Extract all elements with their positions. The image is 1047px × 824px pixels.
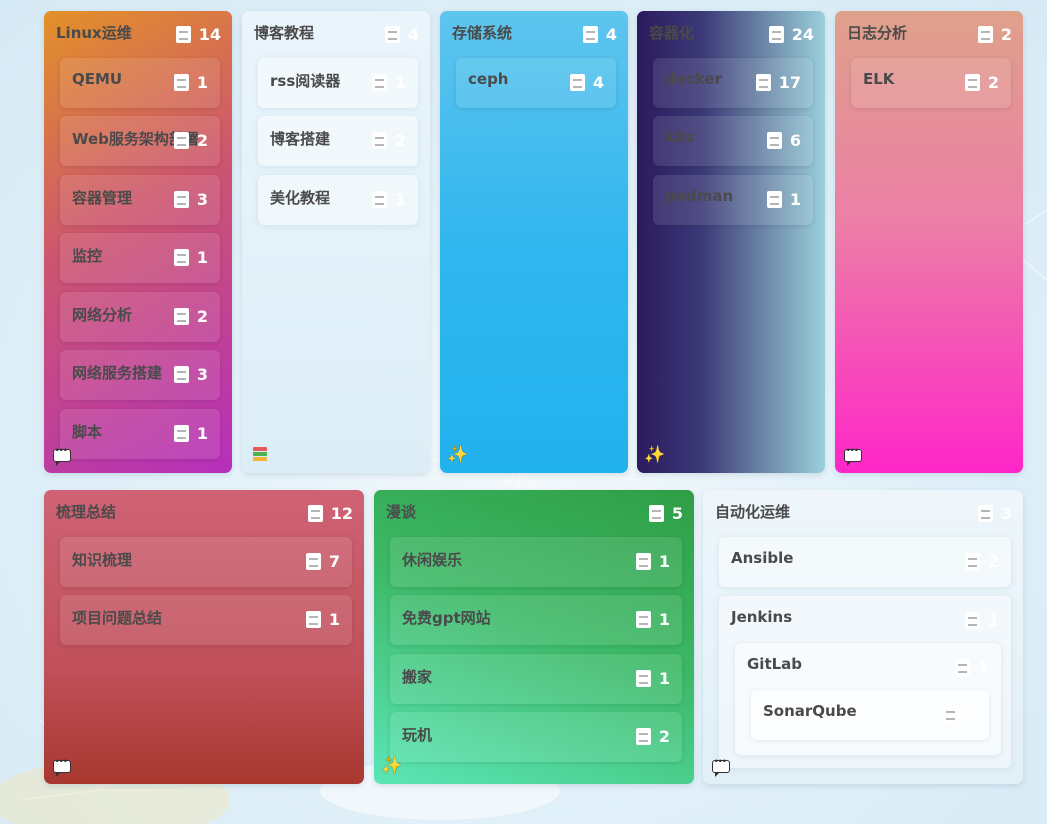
- book-icon: [569, 74, 585, 91]
- list-item[interactable]: docker 17: [653, 58, 813, 108]
- book-icon: [307, 505, 323, 522]
- list-item[interactable]: 网络分析 2: [60, 292, 220, 342]
- list-item[interactable]: 美化教程 1: [258, 175, 418, 225]
- list-item-ansible[interactable]: Ansible 2: [719, 537, 1011, 587]
- book-icon: [964, 74, 980, 91]
- book-icon: [977, 505, 993, 522]
- card-count: 3: [977, 504, 1012, 523]
- book-icon: [635, 611, 651, 628]
- book-icon: [755, 74, 771, 91]
- category-card-talk[interactable]: 漫谈 5 休闲娱乐 1 免费gpt网站 1 搬家 1 玩机 2 ✨: [374, 490, 694, 784]
- sparkles-icon: ✨: [447, 444, 469, 465]
- card-title[interactable]: Linux运维: [56, 22, 132, 43]
- chat-bubble-icon: [712, 755, 730, 777]
- sparkles-icon: ✨: [381, 755, 403, 776]
- books-icon: [251, 447, 269, 463]
- book-icon: [977, 26, 993, 43]
- list-item[interactable]: ceph 4: [456, 58, 616, 108]
- category-card-storage[interactable]: 存储系统 4 ceph 4 ✨: [440, 11, 628, 473]
- book-icon: [173, 191, 189, 208]
- list-item[interactable]: 项目问题总结 1: [60, 595, 352, 645]
- list-item[interactable]: 知识梳理 7: [60, 537, 352, 587]
- book-icon: [766, 191, 782, 208]
- book-icon: [942, 706, 958, 723]
- book-icon: [305, 611, 321, 628]
- card-title[interactable]: 日志分析: [847, 22, 907, 43]
- list-item[interactable]: rss阅读器 1: [258, 58, 418, 108]
- book-icon: [635, 553, 651, 570]
- book-icon: [371, 74, 387, 91]
- book-icon: [384, 26, 400, 43]
- book-icon: [954, 659, 970, 676]
- category-card-container[interactable]: 容器化 24 docker 17 k8s 6 podman 1 ✨: [637, 11, 825, 473]
- card-count: 2: [977, 25, 1012, 44]
- list-item[interactable]: 网络服务搭建 3: [60, 350, 220, 400]
- list-item[interactable]: k8s 6: [653, 116, 813, 166]
- list-item[interactable]: Web服务架构部署 2: [60, 116, 220, 166]
- book-icon: [173, 74, 189, 91]
- category-card-logs[interactable]: 日志分析 2 ELK 2: [835, 11, 1023, 473]
- list-item-jenkins[interactable]: Jenkins 1 GitLab 1 SonarQube 1: [719, 596, 1011, 768]
- book-icon: [648, 505, 664, 522]
- book-icon: [371, 191, 387, 208]
- card-count: 5: [648, 504, 683, 523]
- list-item[interactable]: 玩机 2: [390, 712, 682, 762]
- list-item[interactable]: 博客搭建 2: [258, 116, 418, 166]
- card-title[interactable]: 漫谈: [386, 501, 416, 522]
- list-item[interactable]: QEMU 1: [60, 58, 220, 108]
- card-title[interactable]: 博客教程: [254, 22, 314, 43]
- card-count: 4: [582, 25, 617, 44]
- card-count: 4: [384, 25, 419, 44]
- card-count: 24: [768, 25, 814, 44]
- list-item-gitlab[interactable]: GitLab 1 SonarQube 1: [735, 643, 1001, 755]
- category-card-linux[interactable]: Linux运维 14 QEMU 1 Web服务架构部署 2 容器管理 3 监控 …: [44, 11, 232, 473]
- category-card-automation[interactable]: 自动化运维 3 Ansible 2 Jenkins 1 GitLab 1 Son…: [703, 490, 1023, 784]
- book-icon: [371, 132, 387, 149]
- category-card-blog[interactable]: 博客教程 4 rss阅读器 1 博客搭建 2 美化教程 1: [242, 11, 430, 473]
- list-item[interactable]: podman 1: [653, 175, 813, 225]
- card-count: 12: [307, 504, 353, 523]
- book-icon: [766, 132, 782, 149]
- list-item-sonarqube[interactable]: SonarQube 1: [751, 690, 989, 740]
- card-title[interactable]: 梳理总结: [56, 501, 116, 522]
- book-icon: [964, 553, 980, 570]
- book-icon: [582, 26, 598, 43]
- book-icon: [768, 26, 784, 43]
- list-item[interactable]: 免费gpt网站 1: [390, 595, 682, 645]
- book-icon: [635, 670, 651, 687]
- book-icon: [173, 425, 189, 442]
- list-item[interactable]: 休闲娱乐 1: [390, 537, 682, 587]
- chat-bubble-icon: [53, 444, 71, 466]
- card-title[interactable]: 存储系统: [452, 22, 512, 43]
- book-icon: [964, 612, 980, 629]
- card-count: 14: [175, 25, 221, 44]
- category-card-summary[interactable]: 梳理总结 12 知识梳理 7 项目问题总结 1: [44, 490, 364, 784]
- book-icon: [173, 366, 189, 383]
- card-title[interactable]: 容器化: [649, 22, 694, 43]
- list-item[interactable]: 脚本 1: [60, 409, 220, 459]
- book-icon: [173, 249, 189, 266]
- card-title[interactable]: 自动化运维: [715, 501, 790, 522]
- book-icon: [173, 308, 189, 325]
- list-item[interactable]: 监控 1: [60, 233, 220, 283]
- book-icon: [635, 728, 651, 745]
- chat-bubble-icon: [53, 755, 71, 777]
- list-item[interactable]: ELK 2: [851, 58, 1011, 108]
- sparkles-icon: ✨: [644, 444, 666, 465]
- book-icon: [175, 26, 191, 43]
- book-icon: [173, 132, 189, 149]
- book-icon: [305, 553, 321, 570]
- chat-bubble-icon: [844, 444, 862, 466]
- list-item[interactable]: 容器管理 3: [60, 175, 220, 225]
- list-item[interactable]: 搬家 1: [390, 654, 682, 704]
